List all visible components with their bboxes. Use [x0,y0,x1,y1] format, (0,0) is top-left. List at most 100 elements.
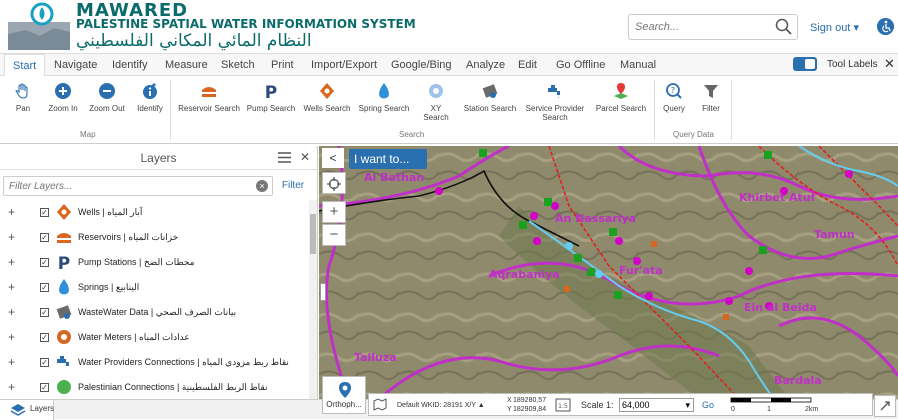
layer-row[interactable]: + ✓ Reservoirs | خزانات المياه [0,225,310,250]
zoom-in-map-button[interactable]: + [322,201,346,223]
layer-row[interactable]: + ✓ Water Meters | عدادات المياه [0,325,310,350]
station-search-button[interactable]: Station Search [462,82,518,113]
xy-icon [429,84,443,98]
expand-icon[interactable]: + [8,205,15,219]
layer-checkbox[interactable]: ✓ [40,333,49,342]
expand-icon[interactable]: + [8,255,15,269]
basemap-switcher[interactable]: Orthoph... [322,376,366,414]
layer-filter[interactable]: × [3,176,273,196]
wells-search-button[interactable]: Wells Search [303,82,351,113]
layer-row[interactable]: + ✓ Palestinian Connections | نقاط الربط ا… [0,375,310,400]
identify-button[interactable]: Identify [136,82,164,113]
layer-row[interactable]: + ✓ Springs | الينابيع [0,275,310,300]
layer-checkbox[interactable]: ✓ [40,383,49,392]
scalebar-label-2: 2km [805,406,819,413]
parcel-search-button[interactable]: Parcel Search [594,82,648,113]
menu-print[interactable]: Print [271,59,294,71]
filter-button[interactable]: Filter [698,82,724,113]
layer-checkbox[interactable]: ✓ [40,233,49,242]
menu-google-bing[interactable]: Google/Bing [391,59,452,71]
menu-edit[interactable]: Edit [518,59,537,71]
scale-select[interactable]: 64,000 ▾ [619,398,694,412]
layer-filter-input[interactable] [4,177,244,195]
layer-checkbox[interactable]: ✓ [40,258,49,267]
query-button[interactable]: ? Query [660,82,688,113]
layer-name: Reservoirs | خزانات المياه [78,232,179,242]
pan-label: Pan [15,104,31,113]
map-view[interactable]: Al Bathan An Nassariya Aqrabaniya Fur'at… [319,146,898,399]
menu-manual[interactable]: Manual [620,59,656,71]
global-search[interactable] [628,14,798,40]
close-icon[interactable]: ✕ [884,56,895,72]
layer-checkbox[interactable]: ✓ [40,208,49,217]
wells-search-label: Wells Search [303,104,351,113]
menu-identify[interactable]: Identify [112,59,147,71]
i-want-to-button[interactable]: I want to... [349,149,427,169]
search-icon[interactable] [775,18,793,36]
parcel-search-label: Parcel Search [595,104,647,113]
expand-icon[interactable]: + [8,355,15,369]
zoom-in-icon [55,83,71,99]
pan-button[interactable]: Pan [12,82,34,113]
panel-resize-handle[interactable] [320,283,326,301]
service-provider-search-button[interactable]: Service Provider Search [524,82,586,122]
clear-icon[interactable]: × [256,180,268,192]
filter-icon [704,85,718,98]
sign-out-button[interactable]: Sign out ▾ [810,21,859,34]
menu-analyze[interactable]: Analyze [466,59,505,71]
scalebar-label-1: 1 [767,406,771,413]
scrollbar[interactable] [309,200,317,399]
wastewater-icon [56,305,72,319]
expand-icon[interactable]: + [8,280,15,294]
layer-name: Springs | الينابيع [78,282,140,292]
layer-filter-button[interactable]: Filter [276,176,310,196]
layer-checkbox[interactable]: ✓ [40,283,49,292]
expand-icon[interactable]: + [8,305,15,319]
panel-close-icon[interactable]: ✕ [300,150,310,164]
svg-text:P: P [58,254,70,271]
menu-measure[interactable]: Measure [165,59,208,71]
expand-icon[interactable]: + [8,330,15,344]
zoom-out-button[interactable]: Zoom Out [88,82,126,113]
layer-row[interactable]: + ✓ Wells | آبار المياه [0,200,310,225]
menu-go-offline[interactable]: Go Offline [556,59,605,71]
spring-icon [379,83,389,99]
service-provider-search-label: Service Provider Search [525,104,585,122]
scrollbar-thumb[interactable] [310,214,316,254]
locate-button[interactable] [322,172,346,194]
tool-labels-toggle[interactable] [793,57,817,71]
layer-checkbox[interactable]: ✓ [40,308,49,317]
menu-start[interactable]: Start [4,54,46,76]
spring-search-button[interactable]: Spring Search [358,82,410,113]
scale-icon[interactable]: 1:5 [555,398,571,412]
resize-icon [880,401,890,411]
layer-row[interactable]: + ✓ Water Providers Connections | نقاط ربط… [0,350,310,375]
main-menu: Start Navigate Identify Measure Sketch P… [0,54,898,76]
collapse-panel-icon[interactable]: < [322,148,344,168]
pump-search-button[interactable]: P Pump Search [246,82,296,113]
xy-search-button[interactable]: XY Search [417,82,455,122]
query-label: Query [663,104,685,113]
expand-corner-button[interactable] [874,395,896,417]
station-icon [482,84,498,98]
layer-row[interactable]: + ✓ P Pump Stations | محطات الضخ [0,250,310,275]
menu-import-export[interactable]: Import/Export [311,59,377,71]
accessibility-icon[interactable] [877,18,894,35]
go-button[interactable]: Go [698,398,718,412]
chevron-down-icon: ▾ [685,400,690,410]
group-divider [654,80,655,140]
layer-row[interactable]: + ✓ WasteWater Data | بيانات الصرف الصحي [0,300,310,325]
zoom-in-button[interactable]: Zoom In [46,82,80,113]
zoom-out-map-button[interactable]: − [322,224,346,246]
expand-icon[interactable]: + [8,380,15,394]
expand-icon[interactable]: + [8,230,15,244]
menu-icon[interactable] [278,152,291,163]
menu-sketch[interactable]: Sketch [221,59,255,71]
menu-navigate[interactable]: Navigate [54,59,97,71]
layers-tab[interactable]: Layers [0,400,54,420]
filter-label: Filter [702,104,720,113]
reservoir-search-button[interactable]: Reservoir Search [178,82,240,113]
layer-checkbox[interactable]: ✓ [40,358,49,367]
layer-list: + ✓ Wells | آبار المياه + ✓ Reservoirs | خزان… [0,200,310,400]
search-input[interactable] [629,15,769,39]
